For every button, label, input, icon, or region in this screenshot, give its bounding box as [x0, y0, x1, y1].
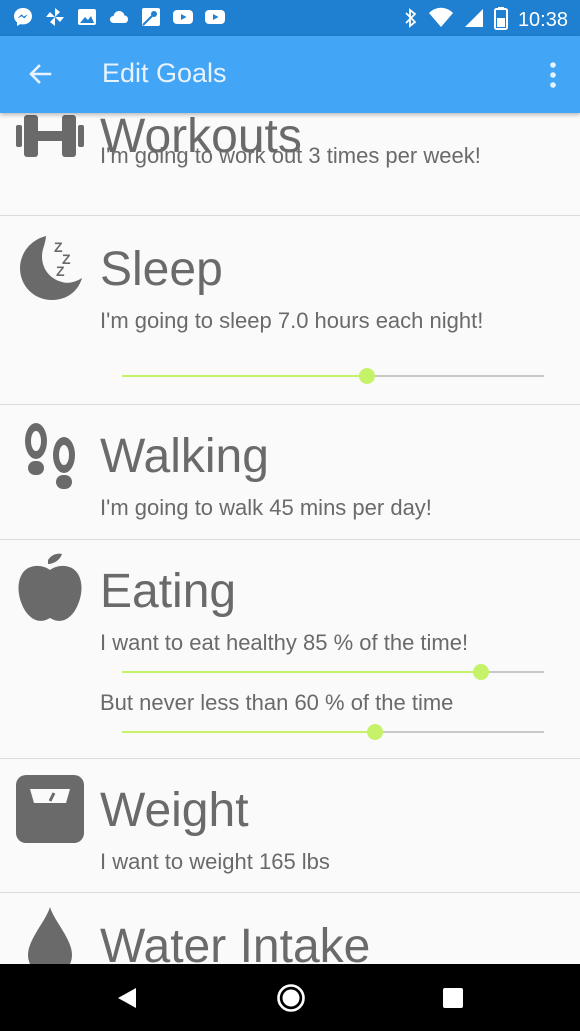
slider-thumb[interactable]	[367, 724, 384, 740]
goal-weight[interactable]: Weight I want to weight 165 lbs	[0, 759, 580, 893]
nav-home-icon[interactable]	[276, 983, 306, 1013]
goal-title: Sleep	[100, 243, 223, 296]
cloud-icon	[108, 6, 130, 28]
system-icons: 10:38	[404, 6, 568, 35]
goal-title: Walking	[100, 430, 269, 483]
battery-icon	[493, 6, 508, 35]
signal-icon	[464, 7, 484, 34]
notification-icons	[12, 6, 226, 28]
arrow-back-icon[interactable]	[24, 58, 56, 90]
moon-sleep-icon: Z Z Z	[16, 232, 88, 304]
goal-title: Weight	[100, 784, 249, 837]
page-title: Edit Goals	[102, 58, 227, 88]
photos-icon	[76, 6, 98, 28]
apple-icon	[14, 552, 86, 624]
app-bar: Edit Goals	[0, 36, 580, 113]
water-drop-icon	[22, 905, 94, 964]
navigation-bar	[0, 964, 580, 1031]
goal-workouts[interactable]: Workouts I'm going to work out 3 times p…	[0, 113, 580, 216]
messenger-icon	[12, 6, 34, 28]
goal-eating[interactable]: Eating I want to eat healthy 85 % of the…	[0, 540, 580, 759]
status-bar: 10:38	[0, 0, 580, 36]
youtube-icon	[172, 6, 194, 28]
pinwheel-icon	[44, 6, 66, 28]
goal-title: Water Intake	[100, 920, 371, 965]
eating-slider[interactable]	[122, 660, 544, 684]
nav-recents-icon[interactable]	[443, 988, 463, 1008]
goal-title: Eating	[100, 565, 237, 618]
goal-min-description: But never less than 60 % of the time	[100, 690, 454, 715]
dumbbell-icon	[14, 113, 86, 175]
goal-sleep[interactable]: Z Z Z Sleep I'm going to sleep 7.0 hours…	[0, 216, 580, 405]
wifi-icon	[428, 7, 454, 34]
sleep-slider[interactable]	[122, 364, 544, 388]
bluetooth-icon	[404, 7, 418, 34]
slider-thumb[interactable]	[472, 664, 489, 680]
slider-fill	[122, 375, 367, 377]
goal-walking[interactable]: Walking I'm going to walk 45 mins per da…	[0, 405, 580, 540]
footprints-icon	[18, 419, 90, 491]
nav-back-icon[interactable]	[116, 986, 138, 1010]
goal-description: I'm going to walk 45 mins per day!	[100, 495, 432, 520]
maps-icon	[140, 6, 162, 28]
slider-thumb[interactable]	[358, 368, 375, 384]
svg-text:Z: Z	[56, 263, 65, 279]
status-time: 10:38	[517, 9, 568, 31]
slider-fill	[122, 671, 481, 673]
goal-description: I want to eat healthy 85 % of the time!	[100, 630, 469, 655]
goal-water[interactable]: Water Intake	[0, 893, 580, 964]
youtube-icon	[204, 6, 226, 28]
eating-min-slider[interactable]	[122, 720, 544, 744]
slider-fill	[122, 731, 376, 733]
goals-list[interactable]: Workouts I'm going to work out 3 times p…	[0, 113, 580, 964]
scale-icon	[14, 773, 86, 845]
goal-description: I want to weight 165 lbs	[100, 849, 330, 874]
more-vert-icon[interactable]	[548, 60, 558, 90]
goal-description: I'm going to work out 3 times per week!	[100, 143, 481, 168]
goal-description: I'm going to sleep 7.0 hours each night!	[100, 308, 484, 333]
